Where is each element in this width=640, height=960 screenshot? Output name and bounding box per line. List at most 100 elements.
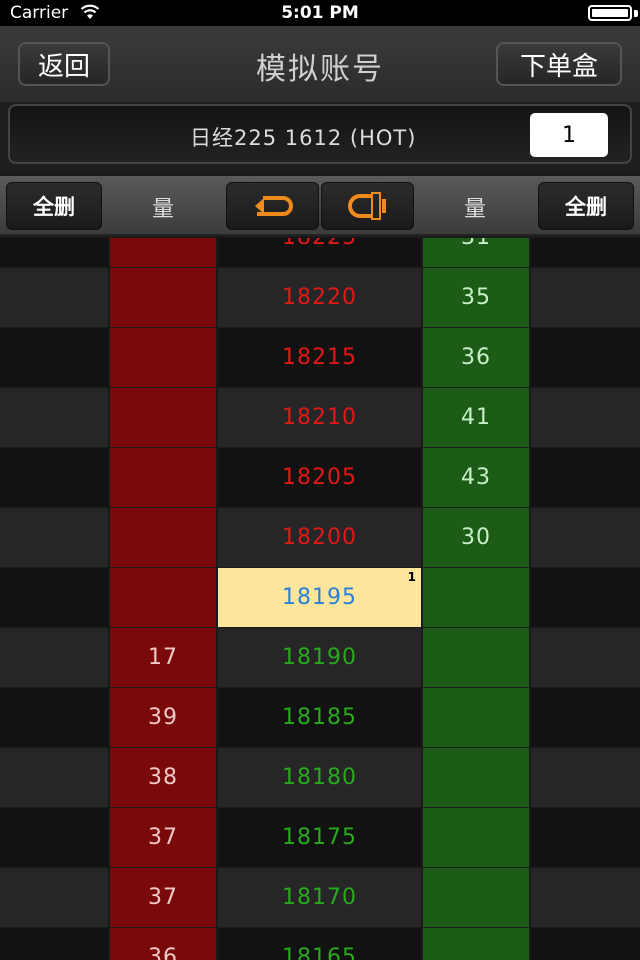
ladder-row: 18210 41	[0, 388, 640, 448]
sell-order-cell[interactable]	[0, 688, 108, 747]
bid-qty-cell[interactable]	[423, 928, 529, 960]
sell-order-cell[interactable]	[0, 928, 108, 960]
buy-order-cell[interactable]	[531, 808, 640, 867]
sell-order-cell[interactable]	[0, 748, 108, 807]
ladder-row: 18225 31	[0, 238, 640, 268]
sell-order-cell[interactable]	[0, 268, 108, 327]
ask-qty-cell[interactable]: 36	[110, 928, 216, 960]
bid-qty-cell[interactable]	[423, 688, 529, 747]
sell-order-cell[interactable]	[0, 238, 108, 267]
price-cell[interactable]: 18195 1	[218, 568, 421, 627]
battery-icon	[588, 5, 632, 21]
ask-qty-cell[interactable]	[110, 448, 216, 507]
buy-order-cell[interactable]	[531, 928, 640, 960]
ask-qty-cell[interactable]: 17	[110, 628, 216, 687]
battery-level	[592, 9, 628, 17]
sell-order-cell[interactable]	[0, 448, 108, 507]
buy-order-cell[interactable]	[531, 388, 640, 447]
sell-order-cell[interactable]	[0, 328, 108, 387]
price-cell[interactable]: 18215	[218, 328, 421, 387]
sell-order-cell[interactable]	[0, 508, 108, 567]
buy-order-cell[interactable]	[531, 748, 640, 807]
ask-qty-cell[interactable]: 38	[110, 748, 216, 807]
buy-order-cell[interactable]	[531, 688, 640, 747]
position-badge: 1	[407, 570, 417, 584]
price-cell[interactable]: 18175	[218, 808, 421, 867]
bid-qty-cell[interactable]: 43	[423, 448, 529, 507]
ladder-row: 37 18170	[0, 868, 640, 928]
price-cell[interactable]: 18165	[218, 928, 421, 960]
ladder-row: 17 18190	[0, 628, 640, 688]
buy-order-cell[interactable]	[531, 568, 640, 627]
bid-qty-cell[interactable]	[423, 568, 529, 627]
bid-qty-cell[interactable]	[423, 748, 529, 807]
ask-qty-cell[interactable]: 37	[110, 808, 216, 867]
ask-qty-cell[interactable]	[110, 568, 216, 627]
delete-all-sell-button[interactable]: 全删	[6, 182, 102, 230]
ladder-row: 18195 1	[0, 568, 640, 628]
buy-order-cell[interactable]	[531, 238, 640, 267]
sell-order-cell[interactable]	[0, 568, 108, 627]
undo-arrow-icon	[254, 196, 293, 216]
sell-order-cell[interactable]	[0, 808, 108, 867]
bid-qty-cell[interactable]	[423, 808, 529, 867]
price-cell[interactable]: 18185	[218, 688, 421, 747]
undo-button[interactable]	[226, 182, 319, 230]
bid-qty-cell[interactable]: 30	[423, 508, 529, 567]
status-time: 5:01 PM	[281, 3, 359, 23]
ask-qty-cell[interactable]	[110, 388, 216, 447]
price-cell[interactable]: 18210	[218, 388, 421, 447]
ask-qty-cell[interactable]: 39	[110, 688, 216, 747]
battery-tip	[634, 10, 638, 17]
ask-qty-cell[interactable]	[110, 238, 216, 267]
ask-qty-cell[interactable]	[110, 268, 216, 327]
instrument-selector[interactable]: 日经225 1612 (HOT)	[8, 104, 632, 164]
buy-order-cell[interactable]	[531, 448, 640, 507]
ladder-row: 18200 30	[0, 508, 640, 568]
magnet-button[interactable]	[321, 182, 414, 230]
bid-qty-cell[interactable]: 36	[423, 328, 529, 387]
delete-all-buy-button[interactable]: 全删	[538, 182, 634, 230]
sell-qty-header: 量	[151, 197, 174, 222]
price-cell[interactable]: 18225	[218, 238, 421, 267]
quantity-input[interactable]	[530, 113, 608, 157]
price-value: 18195	[282, 585, 357, 610]
buy-order-cell[interactable]	[531, 328, 640, 387]
sell-order-cell[interactable]	[0, 868, 108, 927]
price-cell[interactable]: 18170	[218, 868, 421, 927]
price-cell[interactable]: 18220	[218, 268, 421, 327]
ask-qty-cell[interactable]	[110, 508, 216, 567]
ladder-row: 18215 36	[0, 328, 640, 388]
ask-qty-cell[interactable]: 37	[110, 868, 216, 927]
buy-order-cell[interactable]	[531, 628, 640, 687]
bid-qty-cell[interactable]: 35	[423, 268, 529, 327]
ladder-row: 37 18175	[0, 808, 640, 868]
ladder-row: 18220 35	[0, 268, 640, 328]
bid-qty-cell[interactable]: 41	[423, 388, 529, 447]
price-value: 18215	[282, 345, 357, 370]
magnet-icon	[347, 192, 386, 220]
sell-order-cell[interactable]	[0, 628, 108, 687]
price-value: 18220	[282, 285, 357, 310]
price-value: 18185	[282, 705, 357, 730]
nav-bar: 返回 模拟账号 下单盒	[0, 26, 640, 102]
order-box-button[interactable]: 下单盒	[496, 42, 622, 86]
bid-qty-cell[interactable]	[423, 628, 529, 687]
price-value: 18190	[282, 645, 357, 670]
buy-order-cell[interactable]	[531, 868, 640, 927]
price-cell[interactable]: 18190	[218, 628, 421, 687]
bid-qty-cell[interactable]: 31	[423, 238, 529, 267]
buy-order-cell[interactable]	[531, 268, 640, 327]
ladder-toolbar: 全删 量 量 全删	[0, 176, 640, 236]
bid-qty-cell[interactable]	[423, 868, 529, 927]
ask-qty-cell[interactable]	[110, 328, 216, 387]
price-ladder: 1822531182203518215361821041182054318200…	[0, 238, 640, 960]
buy-order-cell[interactable]	[531, 508, 640, 567]
ladder-row: 39 18185	[0, 688, 640, 748]
ladder-row: 18205 43	[0, 448, 640, 508]
price-cell[interactable]: 18200	[218, 508, 421, 567]
price-cell[interactable]: 18180	[218, 748, 421, 807]
sell-order-cell[interactable]	[0, 388, 108, 447]
price-cell[interactable]: 18205	[218, 448, 421, 507]
price-value: 18180	[282, 765, 357, 790]
